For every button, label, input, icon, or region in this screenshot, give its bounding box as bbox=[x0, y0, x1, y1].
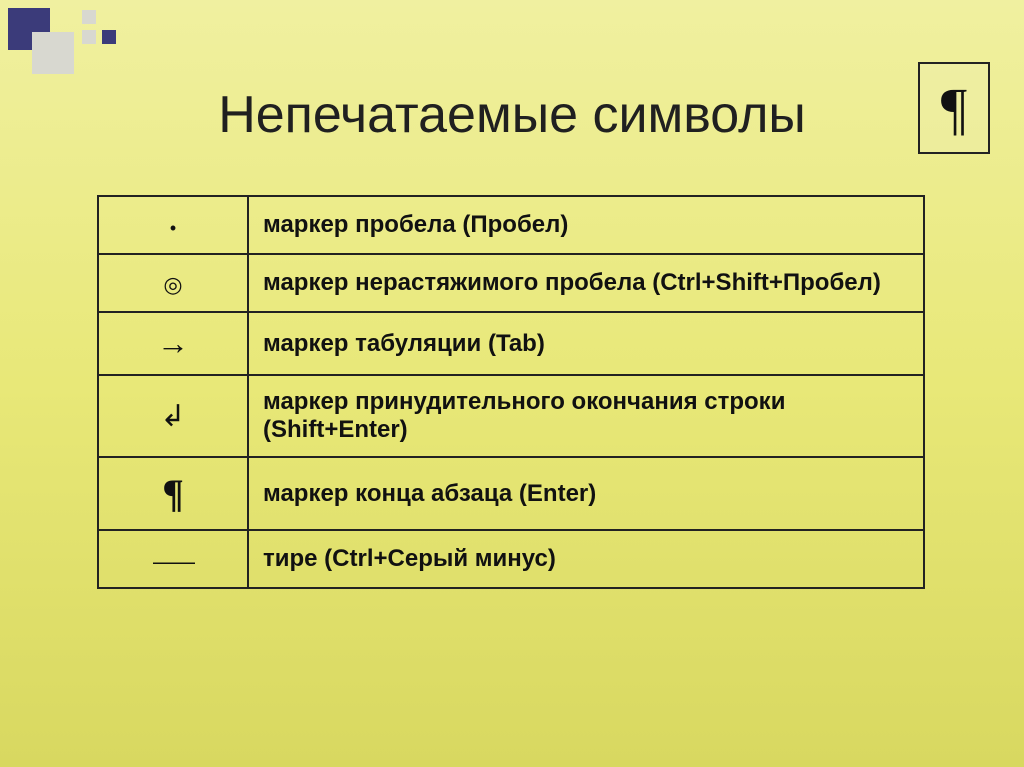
symbol-glyph: ↲ bbox=[160, 400, 185, 433]
deco-square-tiny-dark bbox=[102, 30, 116, 44]
symbol-cell: —— bbox=[98, 530, 248, 588]
symbol-cell: ↲ bbox=[98, 375, 248, 457]
table-row: ↲ маркер принудительного окончания строки… bbox=[98, 375, 924, 457]
description-cell: маркер нерастяжимого пробела (Ctrl+Shift… bbox=[248, 254, 924, 312]
symbol-cell: ◎ bbox=[98, 254, 248, 312]
symbol-glyph: • bbox=[170, 218, 176, 238]
table-row: ◎ маркер нерастяжимого пробела (Ctrl+Shif… bbox=[98, 254, 924, 312]
deco-square-tiny bbox=[82, 30, 96, 44]
description-cell: маркер принудительного окончания строки … bbox=[248, 375, 924, 457]
description-cell: тире (Ctrl+Серый минус) bbox=[248, 530, 924, 588]
symbols-table: • маркер пробела (Пробел) ◎ маркер нерастяж… bbox=[97, 195, 925, 589]
symbol-glyph: ◎ bbox=[163, 272, 182, 297]
symbol-glyph: → bbox=[157, 325, 189, 361]
symbols-table-body: • маркер пробела (Пробел) ◎ маркер нерастяж… bbox=[98, 196, 924, 588]
table-row: ——тире (Ctrl+Серый минус) bbox=[98, 530, 924, 588]
slide-title: Непечатаемые символы bbox=[0, 85, 1024, 145]
description-cell: маркер конца абзаца (Enter) bbox=[248, 457, 924, 530]
table-row: → маркер табуляции (Tab) bbox=[98, 312, 924, 375]
slide: Непечатаемые символы ¶ • маркер пробела (… bbox=[0, 0, 1024, 767]
deco-square-light bbox=[32, 32, 74, 74]
symbol-glyph: —— bbox=[153, 519, 193, 574]
table-row: • маркер пробела (Пробел) bbox=[98, 196, 924, 254]
symbol-cell: • bbox=[98, 196, 248, 254]
deco-square-tiny bbox=[82, 10, 96, 24]
pilcrow-icon: ¶ bbox=[941, 75, 967, 142]
symbol-cell: → bbox=[98, 312, 248, 375]
pilcrow-box: ¶ bbox=[918, 62, 990, 154]
symbol-glyph: ¶ bbox=[162, 471, 184, 516]
table-row: ¶ маркер конца абзаца (Enter) bbox=[98, 457, 924, 530]
description-cell: маркер табуляции (Tab) bbox=[248, 312, 924, 375]
description-cell: маркер пробела (Пробел) bbox=[248, 196, 924, 254]
